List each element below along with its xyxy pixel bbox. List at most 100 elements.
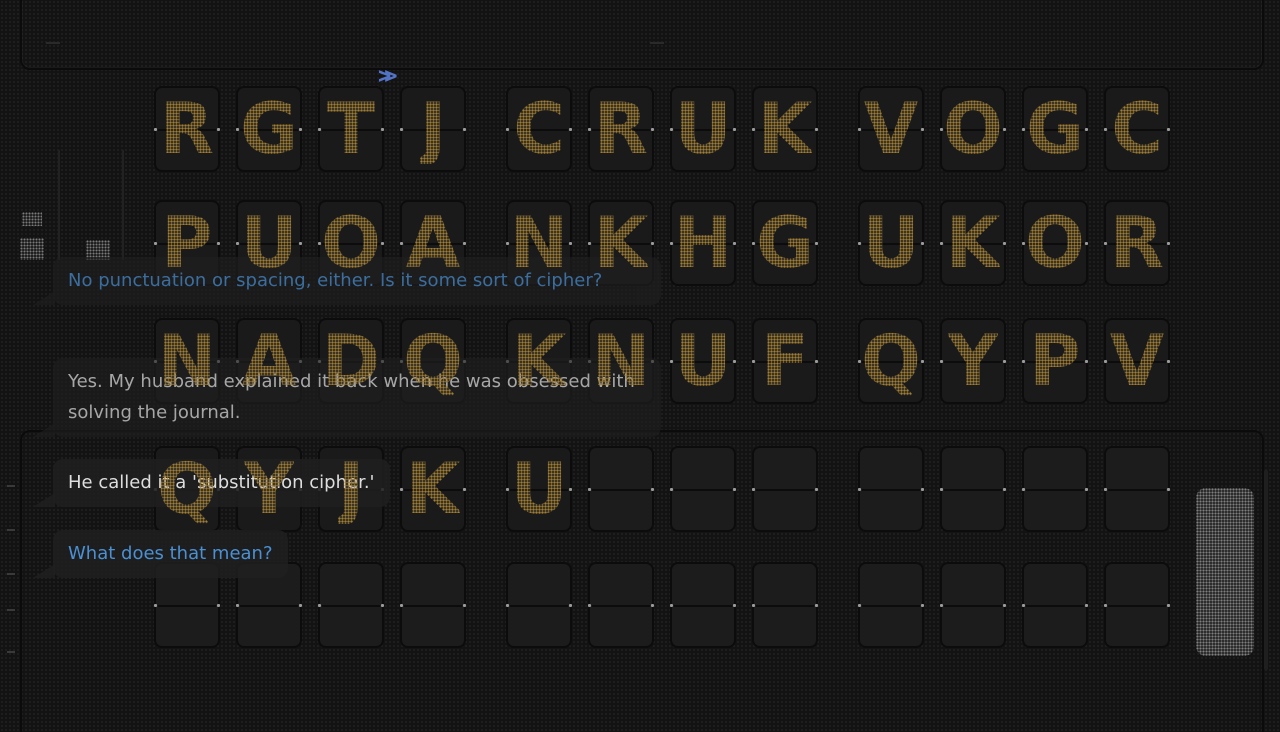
cipher-tile-empty bbox=[1022, 446, 1088, 532]
cipher-tile: Y bbox=[236, 446, 302, 532]
cipher-letter: F bbox=[761, 320, 809, 402]
cipher-letter: O bbox=[943, 88, 1003, 170]
cipher-tile-empty bbox=[506, 562, 572, 648]
cipher-tile: N bbox=[588, 318, 654, 404]
cipher-letter: R bbox=[160, 88, 214, 170]
cipher-tile: C bbox=[1104, 86, 1170, 172]
cipher-tile: U bbox=[506, 446, 572, 532]
cipher-tile-empty bbox=[1022, 562, 1088, 648]
cipher-letter: G bbox=[756, 202, 814, 284]
cipher-tile-empty bbox=[318, 562, 384, 648]
cipher-tile: P bbox=[1022, 318, 1088, 404]
cipher-tile-empty bbox=[858, 562, 924, 648]
cipher-tile: G bbox=[236, 86, 302, 172]
cipher-letter: A bbox=[405, 202, 461, 284]
cipher-tile: U bbox=[236, 200, 302, 286]
cipher-letter: U bbox=[240, 202, 298, 284]
cipher-tile: N bbox=[506, 200, 572, 286]
cipher-tile: G bbox=[1022, 86, 1088, 172]
cipher-tile: U bbox=[670, 318, 736, 404]
cipher-letter: G bbox=[240, 88, 298, 170]
cipher-board: RGTJCRUKVOGCPUOANKHGUKORNADQKNUFQYPVQYJK… bbox=[0, 0, 1280, 720]
cipher-tile: O bbox=[940, 86, 1006, 172]
cipher-tile: C bbox=[506, 86, 572, 172]
cipher-tile: P bbox=[154, 200, 220, 286]
scrollbar-thumb[interactable] bbox=[1196, 488, 1254, 656]
cipher-tile: T bbox=[318, 86, 384, 172]
cipher-letter: R bbox=[594, 88, 648, 170]
cipher-tile: N bbox=[154, 318, 220, 404]
cipher-letter: Q bbox=[861, 320, 921, 402]
cipher-tile-empty bbox=[940, 446, 1006, 532]
cipher-tile: F bbox=[752, 318, 818, 404]
cipher-letter: K bbox=[405, 448, 461, 530]
cipher-letter: K bbox=[593, 202, 649, 284]
cipher-letter: A bbox=[241, 320, 297, 402]
cipher-tile-empty bbox=[588, 446, 654, 532]
cipher-letter: P bbox=[161, 202, 213, 284]
cipher-tile: A bbox=[236, 318, 302, 404]
cipher-letter: N bbox=[509, 202, 569, 284]
cipher-letter: N bbox=[591, 320, 651, 402]
cipher-letter: C bbox=[513, 88, 565, 170]
cipher-letter: J bbox=[419, 88, 447, 170]
cipher-tile: J bbox=[400, 86, 466, 172]
cipher-letter: J bbox=[337, 448, 365, 530]
cipher-tile: K bbox=[588, 200, 654, 286]
cipher-tile-empty bbox=[752, 562, 818, 648]
cipher-tile: R bbox=[588, 86, 654, 172]
cipher-tile: Y bbox=[940, 318, 1006, 404]
cipher-tile-empty bbox=[752, 446, 818, 532]
cipher-letter: H bbox=[673, 202, 733, 284]
cipher-letter: V bbox=[863, 88, 919, 170]
cipher-tile: Q bbox=[400, 318, 466, 404]
cipher-tile: U bbox=[858, 200, 924, 286]
cipher-tile-empty bbox=[1104, 446, 1170, 532]
scrollbar-track[interactable] bbox=[1264, 470, 1268, 670]
cipher-tile-empty bbox=[400, 562, 466, 648]
dialogue-choice-player[interactable]: What does that mean? bbox=[33, 530, 288, 578]
cipher-letter: G bbox=[1026, 88, 1084, 170]
cipher-tile: R bbox=[1104, 200, 1170, 286]
cipher-tile: K bbox=[506, 318, 572, 404]
cipher-tile: O bbox=[1022, 200, 1088, 286]
cipher-tile: V bbox=[1104, 318, 1170, 404]
cipher-letter: D bbox=[321, 320, 381, 402]
cipher-tile: R bbox=[154, 86, 220, 172]
cipher-letter: O bbox=[321, 202, 381, 284]
cipher-letter: Q bbox=[157, 448, 217, 530]
cipher-letter: K bbox=[945, 202, 1001, 284]
cipher-letter: Q bbox=[403, 320, 463, 402]
cipher-tile-empty bbox=[1104, 562, 1170, 648]
cipher-tile: Q bbox=[154, 446, 220, 532]
cipher-letter: K bbox=[511, 320, 567, 402]
cipher-tile: G bbox=[752, 200, 818, 286]
cipher-tile: K bbox=[940, 200, 1006, 286]
cipher-tile-empty bbox=[858, 446, 924, 532]
cipher-tile-empty bbox=[588, 562, 654, 648]
cipher-tile-empty bbox=[670, 446, 736, 532]
cipher-letter: V bbox=[1109, 320, 1165, 402]
cipher-tile: V bbox=[858, 86, 924, 172]
cipher-tile: Q bbox=[858, 318, 924, 404]
cipher-letter: T bbox=[327, 88, 375, 170]
cipher-letter: P bbox=[1029, 320, 1081, 402]
cipher-tile: O bbox=[318, 200, 384, 286]
cipher-tile: K bbox=[752, 86, 818, 172]
cipher-tile-empty bbox=[940, 562, 1006, 648]
cipher-letter: O bbox=[1025, 202, 1085, 284]
cipher-tile: U bbox=[670, 86, 736, 172]
cipher-letter: N bbox=[157, 320, 217, 402]
cipher-letter: R bbox=[1110, 202, 1164, 284]
cipher-letter: U bbox=[674, 88, 732, 170]
cipher-tile-empty bbox=[670, 562, 736, 648]
cipher-tile: D bbox=[318, 318, 384, 404]
cipher-letter: K bbox=[757, 88, 813, 170]
cipher-letter: U bbox=[862, 202, 920, 284]
cipher-letter: Y bbox=[243, 448, 295, 530]
cipher-tile: A bbox=[400, 200, 466, 286]
cipher-letter: U bbox=[674, 320, 732, 402]
cipher-letter: C bbox=[1111, 88, 1163, 170]
cipher-letter: Y bbox=[947, 320, 999, 402]
cipher-tile: H bbox=[670, 200, 736, 286]
